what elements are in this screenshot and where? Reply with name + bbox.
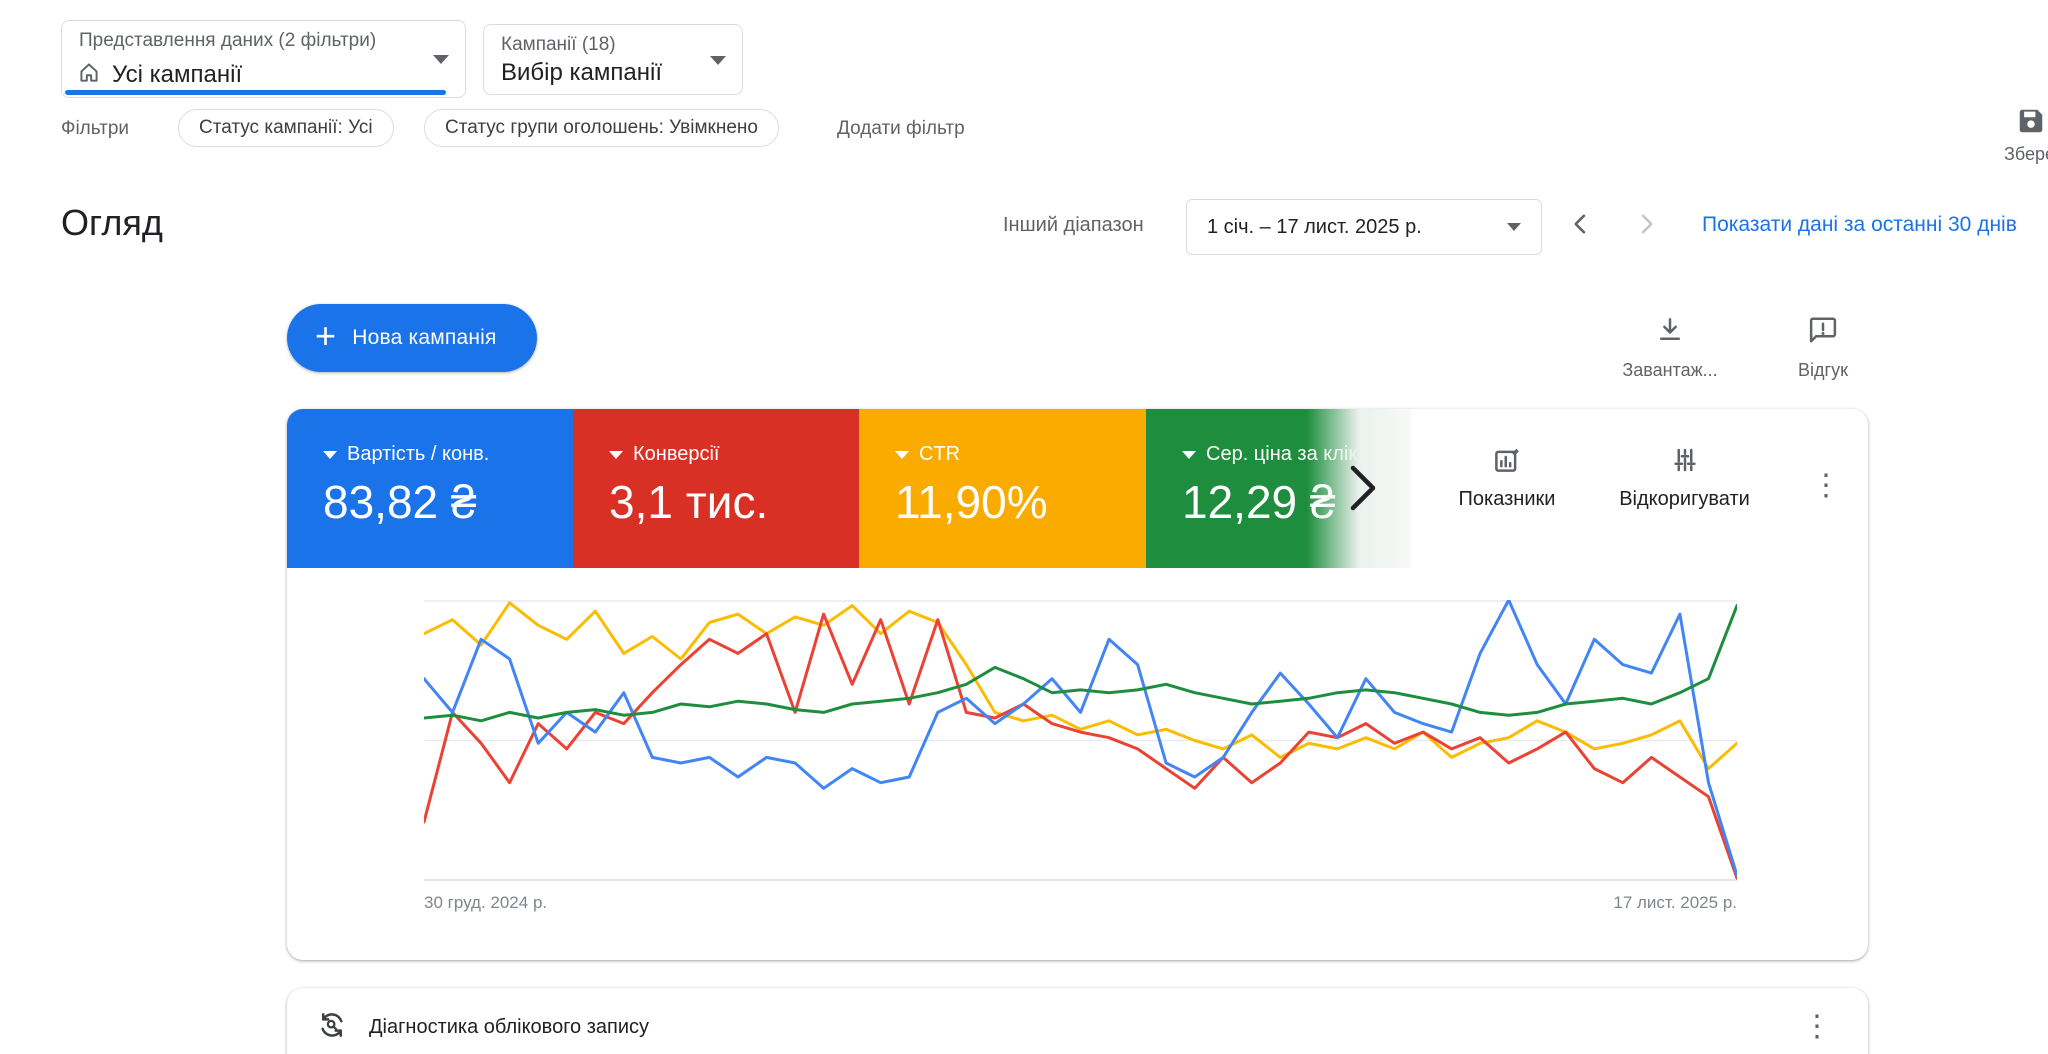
date-range-value: 1 січ. – 17 лист. 2025 р. bbox=[1207, 216, 1422, 239]
add-filter-button[interactable]: Додати фільтр bbox=[837, 110, 965, 148]
page-title: Огляд bbox=[61, 202, 163, 244]
card-menu-kebab-icon[interactable]: ⋮ bbox=[1811, 471, 1841, 501]
overview-line-chart bbox=[424, 600, 1737, 881]
metrics-button-label: Показники bbox=[1437, 488, 1577, 511]
filter-chip-ad-group-status[interactable]: Статус групи оголошень: Увімкнено bbox=[424, 109, 779, 147]
chevron-left-icon bbox=[1567, 225, 1595, 242]
metrics-chart-icon bbox=[1492, 462, 1522, 479]
sort-down-icon bbox=[1182, 451, 1196, 459]
diagnostics-menu-kebab-icon[interactable]: ⋮ bbox=[1802, 1012, 1832, 1042]
sort-down-icon bbox=[609, 451, 623, 459]
save-label: Зберегти bbox=[2004, 144, 2048, 165]
previous-period-button[interactable] bbox=[1567, 210, 1595, 243]
filters-label: Фільтри bbox=[61, 110, 129, 148]
chart-canvas bbox=[424, 600, 1737, 881]
next-period-button[interactable] bbox=[1632, 210, 1660, 243]
adjust-button-label: Відкоригувати bbox=[1607, 488, 1762, 511]
dropdown-caret-icon bbox=[1507, 223, 1521, 231]
tune-sliders-icon bbox=[1670, 462, 1700, 479]
diagnostics-title: Діагностика облікового запису bbox=[369, 1016, 649, 1039]
data-view-dropdown[interactable]: Представлення даних (2 фільтри) Усі камп… bbox=[61, 20, 466, 98]
scorecard-value: 11,90% bbox=[895, 475, 1048, 529]
scroll-scorecards-right-button[interactable] bbox=[1345, 461, 1379, 520]
scorecard-label: Вартість / конв. bbox=[347, 443, 489, 466]
active-view-underline bbox=[65, 90, 446, 95]
chevron-right-icon bbox=[1632, 225, 1660, 242]
download-icon bbox=[1655, 332, 1685, 349]
metrics-button[interactable]: Показники bbox=[1437, 445, 1577, 511]
new-campaign-button[interactable]: + Нова кампанія bbox=[287, 304, 537, 372]
data-view-label: Представлення даних (2 фільтри) bbox=[79, 30, 376, 52]
campaign-select-label: Кампанії (18) bbox=[501, 34, 616, 56]
overview-card: Вартість / конв. 83,82 ₴ Конверсії 3,1 т… bbox=[287, 409, 1868, 960]
google-ads-overview-page: Представлення даних (2 фільтри) Усі камп… bbox=[0, 0, 2048, 1054]
custom-range-label: Інший діапазон bbox=[1003, 214, 1144, 237]
dropdown-caret-icon bbox=[433, 55, 449, 64]
campaign-select-dropdown[interactable]: Кампанії (18) Вибір кампанії bbox=[483, 24, 743, 95]
chart-x-axis: 30 груд. 2024 р. 17 лист. 2025 р. bbox=[424, 893, 1737, 913]
download-button[interactable]: Завантаж... bbox=[1605, 315, 1735, 381]
adjust-button[interactable]: Відкоригувати bbox=[1607, 445, 1762, 511]
scorecard-ctr[interactable]: CTR 11,90% bbox=[859, 409, 1146, 568]
sort-down-icon bbox=[323, 451, 337, 459]
date-range-dropdown[interactable]: 1 січ. – 17 лист. 2025 р. bbox=[1186, 199, 1542, 255]
feedback-button[interactable]: Відгук bbox=[1758, 315, 1888, 381]
feedback-icon bbox=[1808, 332, 1838, 349]
plus-icon: + bbox=[315, 318, 336, 354]
account-diagnostics-icon bbox=[317, 1010, 347, 1045]
scorecard-label: CTR bbox=[919, 443, 960, 466]
sort-down-icon bbox=[895, 451, 909, 459]
account-diagnostics-card: Діагностика облікового запису ⋮ bbox=[287, 988, 1868, 1054]
home-icon bbox=[76, 59, 102, 90]
save-icon bbox=[2004, 106, 2048, 136]
new-campaign-label: Нова кампанія bbox=[352, 326, 496, 350]
save-button[interactable]: Зберегти bbox=[2004, 106, 2048, 165]
download-label: Завантаж... bbox=[1605, 360, 1735, 381]
x-axis-end-label: 17 лист. 2025 р. bbox=[1613, 893, 1737, 913]
scorecard-label: Конверсії bbox=[633, 443, 719, 466]
show-last-30-days-link[interactable]: Показати дані за останні 30 днів bbox=[1702, 213, 2017, 237]
scorecard-conversions[interactable]: Конверсії 3,1 тис. bbox=[573, 409, 859, 568]
scorecard-value: 83,82 ₴ bbox=[323, 475, 476, 529]
chevron-right-icon bbox=[1345, 502, 1379, 519]
data-view-value: Усі кампанії bbox=[112, 61, 242, 89]
dropdown-caret-icon bbox=[710, 56, 726, 65]
filter-chip-campaign-status[interactable]: Статус кампанії: Усі bbox=[178, 109, 394, 147]
scorecard-value: 3,1 тис. bbox=[609, 475, 768, 529]
campaign-select-value: Вибір кампанії bbox=[501, 59, 662, 87]
feedback-label: Відгук bbox=[1758, 360, 1888, 381]
x-axis-start-label: 30 груд. 2024 р. bbox=[424, 893, 547, 913]
scorecard-cost-per-conv[interactable]: Вартість / конв. 83,82 ₴ bbox=[287, 409, 573, 568]
